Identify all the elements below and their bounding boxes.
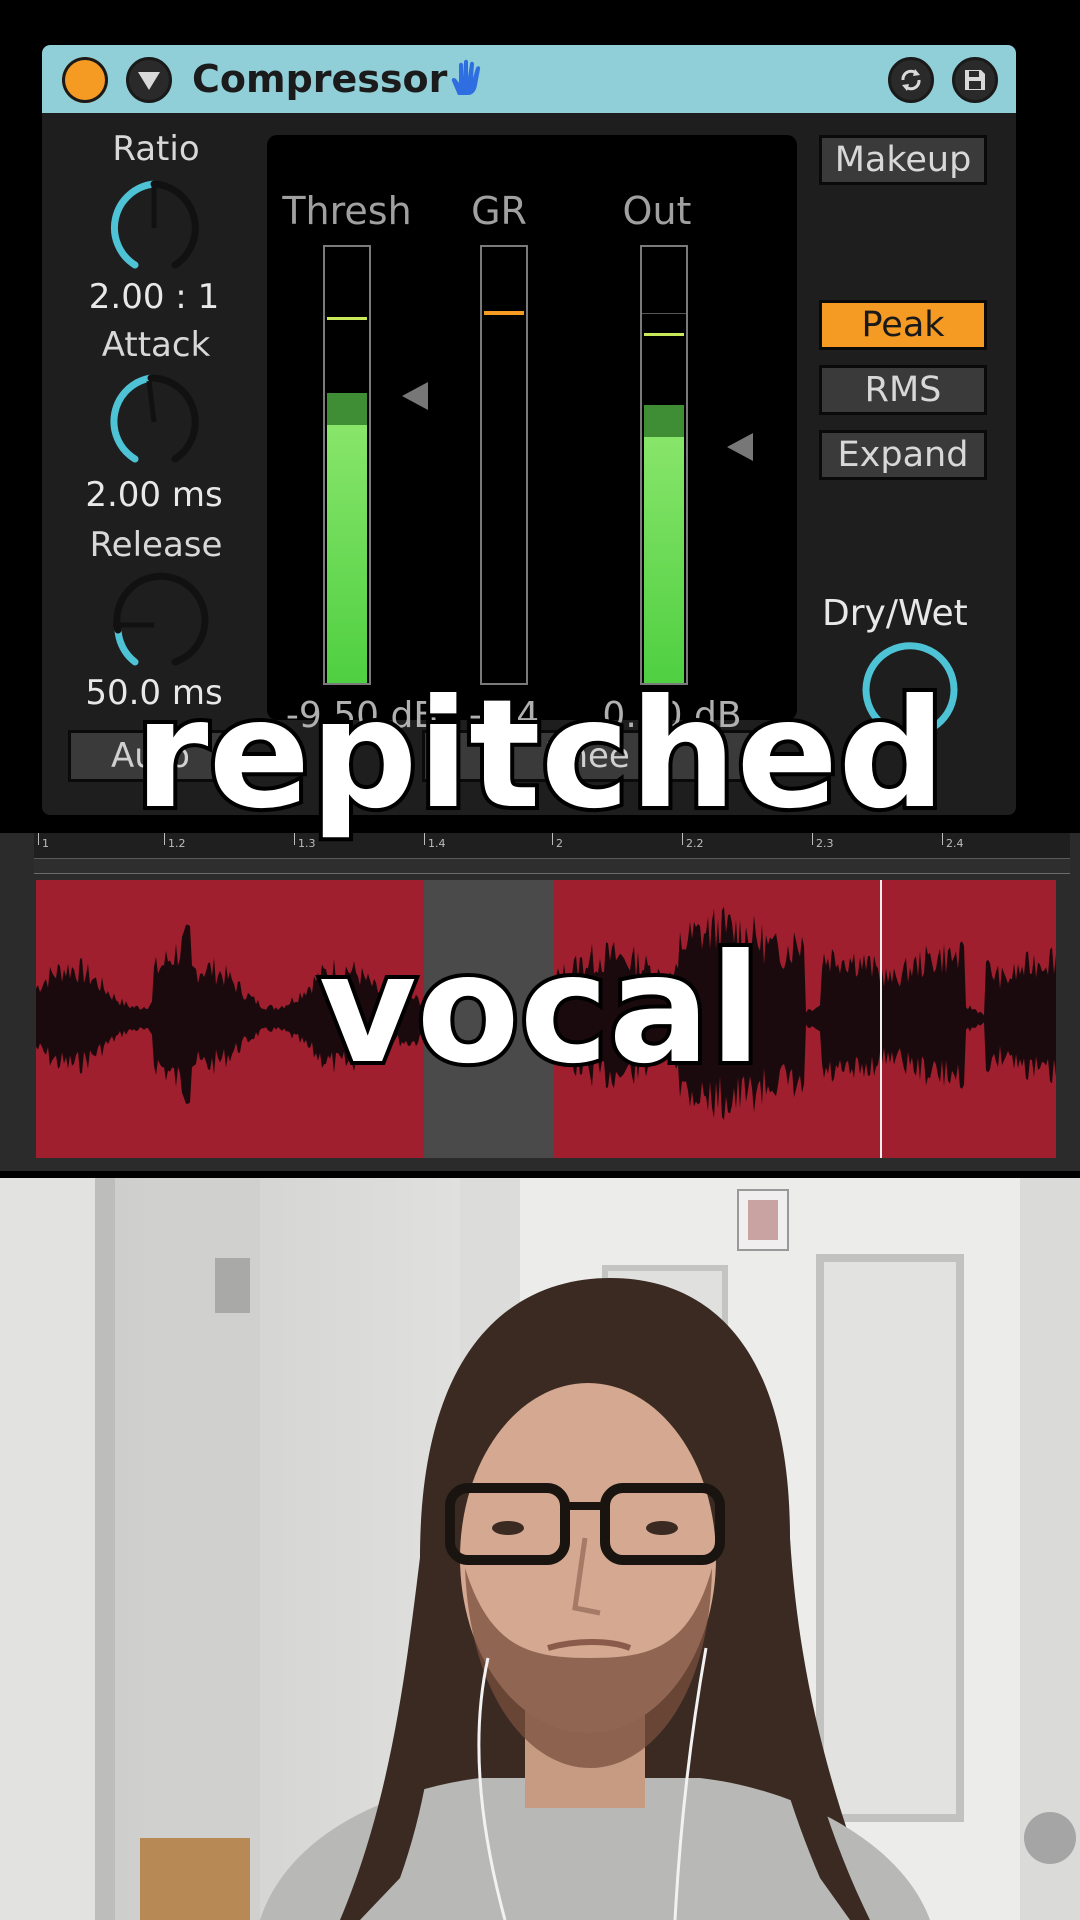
thresh-meter[interactable] bbox=[323, 245, 371, 685]
hand-icon[interactable] bbox=[446, 59, 486, 99]
ratio-value[interactable]: 2.00 : 1 bbox=[44, 277, 264, 317]
rms-button[interactable]: RMS bbox=[819, 365, 987, 415]
device-activator-button[interactable] bbox=[62, 57, 108, 103]
save-icon bbox=[965, 70, 985, 90]
makeup-button[interactable]: Makeup bbox=[819, 135, 987, 185]
refresh-icon bbox=[901, 69, 921, 91]
attack-label: Attack bbox=[101, 325, 211, 365]
device-titlebar: Compressor bbox=[42, 45, 1016, 113]
peak-button[interactable]: Peak bbox=[819, 300, 987, 350]
device-title: Compressor bbox=[192, 57, 448, 101]
attack-value[interactable]: 2.00 ms bbox=[44, 475, 264, 515]
ruler-label: 1 bbox=[42, 837, 49, 850]
loop-bar[interactable] bbox=[34, 859, 1070, 874]
out-meter bbox=[640, 245, 688, 685]
release-knob[interactable] bbox=[99, 570, 209, 680]
refresh-button[interactable] bbox=[888, 57, 934, 103]
caption-line-2: vocal bbox=[315, 923, 765, 1097]
thresh-label: Thresh bbox=[282, 189, 412, 233]
person-photo bbox=[0, 1178, 1080, 1920]
ratio-label: Ratio bbox=[112, 129, 200, 169]
caption-line-1: repitched bbox=[130, 668, 949, 842]
save-preset-button[interactable] bbox=[952, 57, 998, 103]
webcam-feed bbox=[0, 1178, 1080, 1920]
attack-knob[interactable] bbox=[99, 367, 209, 477]
gr-meter bbox=[480, 245, 528, 685]
drywet-label: Dry/Wet bbox=[822, 593, 968, 634]
fold-device-button[interactable] bbox=[126, 57, 172, 103]
thresh-slider-arrow[interactable] bbox=[402, 382, 428, 410]
out-label: Out bbox=[622, 189, 692, 233]
gr-label: GR bbox=[471, 189, 527, 233]
triangle-down-icon bbox=[138, 72, 160, 90]
meters-panel: Thresh GR Out -9.50 dB -2.4 0.00 dB bbox=[267, 135, 797, 736]
ratio-knob[interactable] bbox=[99, 173, 209, 283]
release-label: Release bbox=[89, 525, 223, 565]
ruler-label: 2.4 bbox=[946, 837, 964, 850]
expand-button[interactable]: Expand bbox=[819, 430, 987, 480]
output-gain-arrow[interactable] bbox=[727, 433, 753, 461]
